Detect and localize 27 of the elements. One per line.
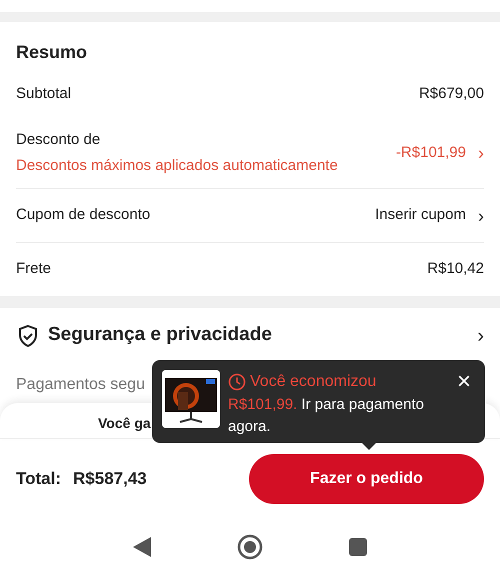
back-icon[interactable]: [133, 537, 151, 557]
clock-icon: [228, 373, 246, 391]
toast-message: R$101,99. Ir para pagamento agora.: [228, 395, 425, 437]
total-value: R$587,43: [73, 468, 147, 490]
total-label: Total:: [16, 468, 62, 490]
coupon-link[interactable]: Inserir cupom: [375, 204, 466, 227]
home-icon[interactable]: [237, 534, 263, 560]
credits-text: Você ga: [98, 415, 151, 431]
row-value: -R$101,99: [396, 142, 466, 163]
row-label: Cupom de desconto: [16, 205, 150, 226]
shield-check-icon: [16, 324, 40, 348]
chevron-icon[interactable]: ›: [478, 206, 484, 224]
section-title: Resumo: [16, 41, 88, 64]
chevron-icon[interactable]: ›: [478, 144, 484, 162]
close-button[interactable]: ×: [452, 370, 475, 394]
row-label: Desconto de: [16, 130, 102, 150]
row-value: R$10,42: [427, 259, 484, 280]
security-text: Pagamentos segu: [16, 376, 145, 393]
row-label: Frete: [16, 259, 52, 280]
toast-title: Você economizou: [250, 372, 376, 392]
recents-icon[interactable]: [349, 538, 367, 556]
row-value: R$679,00: [418, 84, 484, 104]
chevron-icon[interactable]: ›: [477, 320, 484, 350]
place-order-button[interactable]: Fazer o pedido: [249, 454, 484, 504]
discount-note: Descontos máximos aplicados automaticamente: [16, 156, 338, 176]
row-label: Subtotal: [16, 84, 72, 104]
section-title: Segurança e privacidade: [48, 323, 272, 348]
